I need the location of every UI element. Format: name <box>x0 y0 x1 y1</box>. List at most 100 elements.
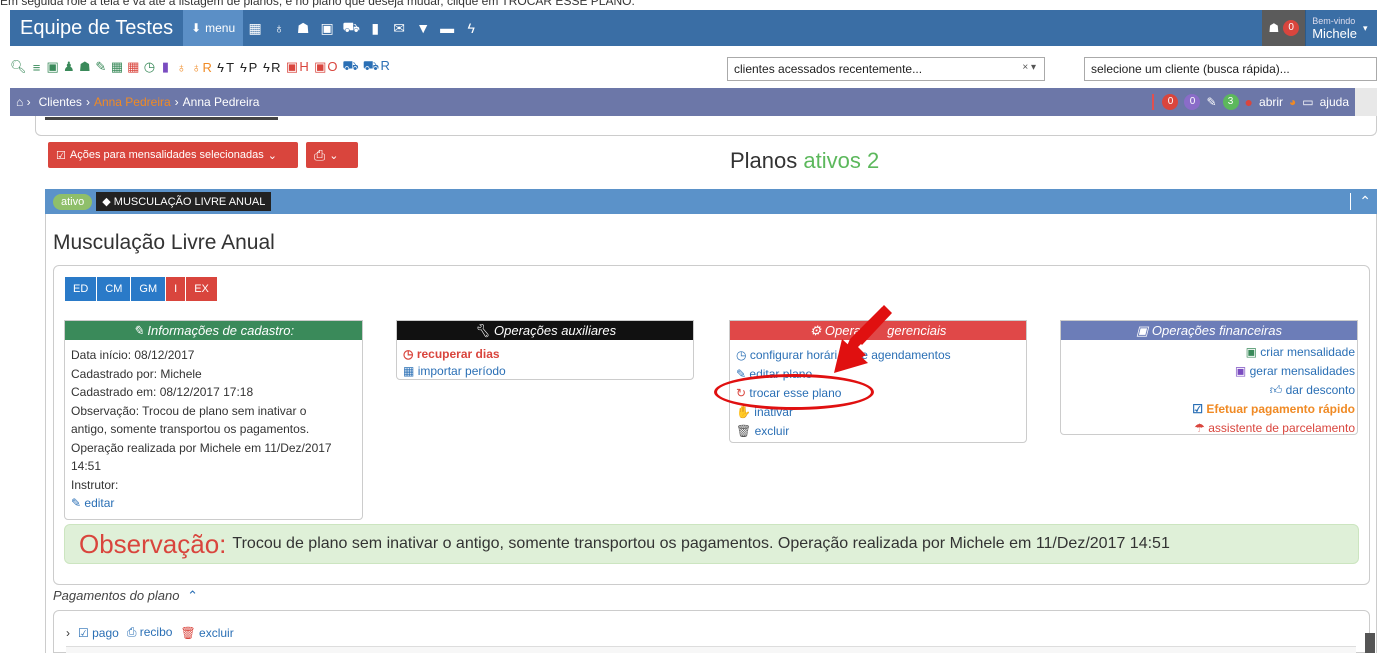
discount-link[interactable]: 👍︎ dar desconto <box>1063 381 1355 400</box>
user-icon[interactable]: ♟ <box>63 59 75 75</box>
quick-payment-link[interactable]: ☑ Efetuar pagamento rápido <box>1063 400 1355 419</box>
pencil-icon[interactable]: ✎ <box>1206 95 1216 109</box>
ajuda-link[interactable]: ajuda <box>1320 95 1349 109</box>
tag-i-button[interactable]: I <box>166 277 187 301</box>
import-period-link[interactable]: ▦ importar período <box>403 363 687 380</box>
clear-select-icon[interactable]: × ▾ <box>1022 62 1036 73</box>
chevron-down-icon[interactable]: ▾ <box>1363 10 1377 46</box>
observation-label: Observação: <box>79 528 227 559</box>
money-icon: ▣ <box>1136 323 1149 338</box>
financial-ops-header: ▣ Operações financeiras <box>1061 321 1357 340</box>
list-icon[interactable]: ≡ <box>31 60 43 75</box>
money-icon[interactable]: ▣ <box>47 59 59 75</box>
checkbox-icon: ☑ <box>56 149 66 162</box>
chevron-down-icon: ⌄ <box>267 149 277 162</box>
money-o-icon[interactable]: ▣O <box>314 59 338 75</box>
plan-tag: ◆ MUSCULAÇÃO LIVRE ANUAL <box>96 192 272 211</box>
receipt-link[interactable]: ⎙ recibo <box>127 625 173 640</box>
group-icon[interactable]: ☗ <box>79 59 91 75</box>
print-button[interactable]: ⎙ ⌄ <box>306 142 358 168</box>
breadcrumb-client-link[interactable]: Anna Pedreira <box>94 95 171 109</box>
breadcrumb-current: Anna Pedreira <box>182 95 260 109</box>
bolt-p-icon[interactable]: ϟP <box>240 60 259 75</box>
calendar-icon[interactable]: ▦ <box>111 59 123 75</box>
filter-icon[interactable]: ▼ <box>411 10 435 46</box>
cart-icon[interactable]: ⛟ <box>342 58 358 76</box>
clock-icon[interactable]: ◷ <box>143 59 155 75</box>
chevron-up-icon[interactable]: ⌃ <box>1350 193 1371 210</box>
pencil-icon[interactable]: ✎ <box>95 59 107 75</box>
financial-ops-card: ▣ Operações financeiras ▣ criar mensalid… <box>1060 320 1358 435</box>
create-fee-link[interactable]: ▣ criar mensalidade <box>1063 343 1355 362</box>
abrir-link[interactable]: abrir <box>1259 95 1283 109</box>
user-menu[interactable]: Bem-vindo Michele <box>1305 10 1363 46</box>
clock-icon: ◷ <box>403 347 414 361</box>
cogs-icon: ⚙ <box>809 323 822 338</box>
file-icon[interactable]: ▮ <box>363 10 387 46</box>
payments-heading[interactable]: Pagamentos do plano ⌃ <box>53 588 198 604</box>
registration-info-card: ✎ Informações de cadastro: Data início: … <box>64 320 363 520</box>
info-line: antigo, somente transportou os pagamento… <box>71 422 310 436</box>
paid-link[interactable]: ☑ pago <box>78 626 119 640</box>
green-badge[interactable]: 3 <box>1222 94 1239 110</box>
recover-days-link[interactable]: ◷ recuperar dias <box>403 346 687 363</box>
registration-info-header: ✎ Informações de cadastro: <box>65 321 362 340</box>
installment-assistant-link[interactable]: ☂ assistente de parcelamento <box>1063 419 1355 438</box>
info-line: Cadastrado por: Michele <box>71 366 202 381</box>
printer-icon: ⎙ <box>314 146 326 163</box>
highlight-ellipse <box>714 374 874 410</box>
money-h-icon[interactable]: ▣H <box>286 59 310 75</box>
stethoscope-r-icon[interactable]: ♁R <box>191 60 213 75</box>
edit-link[interactable]: ✎ editar <box>71 494 356 513</box>
tag-ex-button[interactable]: EX <box>186 277 218 301</box>
scrollbar-thumb[interactable] <box>1365 633 1375 653</box>
calendar-alt-icon[interactable]: ▦ <box>127 59 139 75</box>
recent-clients-select[interactable]: clientes acessados recentemente... × ▾ <box>727 57 1045 81</box>
plan-tag-label: MUSCULAÇÃO LIVRE ANUAL <box>113 196 266 208</box>
tag-cm-button[interactable]: CM <box>97 277 132 301</box>
stethoscope-icon[interactable]: ♁ <box>267 10 291 46</box>
generate-fees-link[interactable]: ▣ gerar mensalidades <box>1063 362 1355 381</box>
tag-ed-button[interactable]: ED <box>65 277 98 301</box>
home-icon[interactable]: ⌂ › <box>16 95 31 109</box>
delete-payment-link[interactable]: 🗑︎ excluir <box>180 626 233 640</box>
auxiliary-ops-body: ◷ recuperar dias ▦ importar período <box>397 340 693 386</box>
chevron-right-icon[interactable]: › <box>66 626 70 640</box>
breadcrumb-clientes[interactable]: Clientes <box>39 95 82 109</box>
online-users-button[interactable]: ☗ 0 <box>1262 10 1306 46</box>
registration-info-title: Informações de cadastro: <box>147 323 295 338</box>
management-ops-title-b: gerenciais <box>887 323 947 338</box>
search-icon[interactable]: 🔍︎ <box>10 59 27 75</box>
money-icon[interactable]: ▣ <box>315 10 339 46</box>
bolt-icon[interactable]: ϟ <box>459 10 483 46</box>
instruction-caption: Em seguida role a tela e vá até a listag… <box>0 0 635 8</box>
menu-button[interactable]: ⬇ menu <box>183 10 244 46</box>
alert-badge[interactable]: 0 <box>1162 94 1179 110</box>
monitor-icon[interactable]: ▭ <box>1302 95 1313 109</box>
dashboard-icon[interactable]: ◕ <box>1289 95 1296 109</box>
chevron-up-icon[interactable]: ⌃ <box>187 588 198 603</box>
plans-heading-label: Planos <box>730 148 798 173</box>
record-icon: ● <box>1244 94 1254 110</box>
calendar-icon[interactable]: ▦ <box>243 10 267 46</box>
quick-client-search[interactable]: selecione um cliente (busca rápida)... <box>1084 57 1377 81</box>
delete-plan-link[interactable]: 🗑︎ excluir <box>736 422 1020 441</box>
thumbs-up-icon: 👍︎ <box>1269 383 1283 397</box>
envelope-icon[interactable]: ✉ <box>387 10 411 46</box>
bolt-t-icon[interactable]: ϟT <box>217 60 236 75</box>
cart-icon[interactable]: ⛟ <box>339 10 363 46</box>
stethoscope-icon[interactable]: ♁ <box>175 60 187 75</box>
checkbox-icon: ☑ <box>1192 402 1203 416</box>
group-icon[interactable]: ☗ <box>291 10 315 46</box>
bookmark-icon[interactable]: ▮ <box>159 59 171 75</box>
tag-gm-button[interactable]: GM <box>131 277 167 301</box>
scrollbar-track[interactable] <box>1355 88 1377 116</box>
brand-title[interactable]: Equipe de Testes <box>10 17 183 40</box>
cart-r-icon[interactable]: ⛟R <box>363 58 391 76</box>
user-name: Michele <box>1312 25 1357 41</box>
presentation-icon[interactable]: ▬ <box>435 10 459 46</box>
mensalidades-actions-button[interactable]: ☑ Ações para mensalidades selecionadas ⌄ <box>48 142 298 168</box>
bolt-r-icon[interactable]: ϟR <box>263 60 282 75</box>
info-line: 14:51 <box>71 459 102 473</box>
purple-badge[interactable]: 0 <box>1184 94 1201 110</box>
